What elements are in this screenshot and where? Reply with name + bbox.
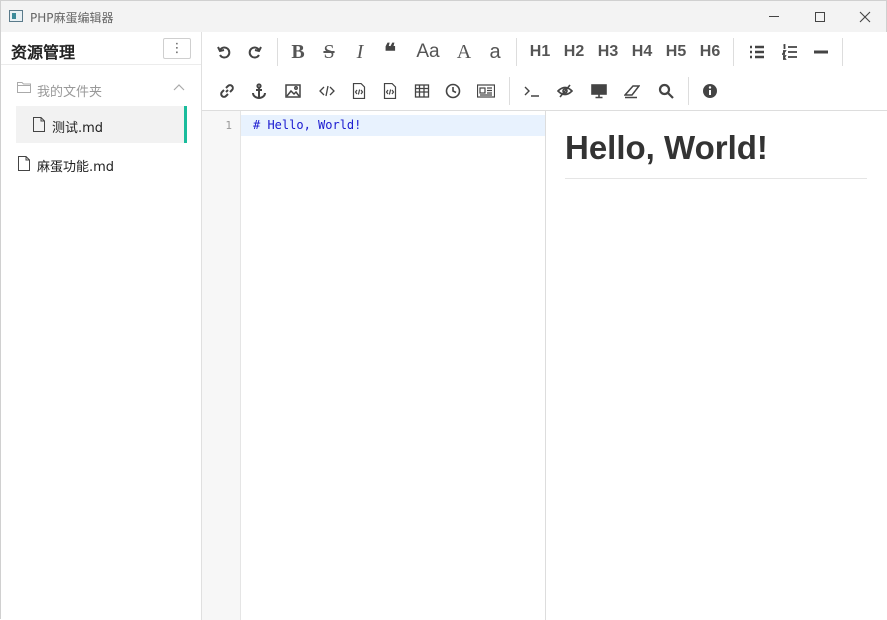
bold-icon: B — [291, 40, 305, 63]
window-title: PHP麻蛋编辑器 — [30, 11, 114, 25]
terminal-button[interactable] — [517, 76, 547, 106]
line-gutter: 1 — [202, 111, 241, 620]
maximize-icon — [815, 11, 825, 22]
maximize-button[interactable] — [797, 1, 843, 32]
image-icon — [285, 84, 301, 98]
lowercase-button[interactable]: a — [480, 37, 510, 67]
h6-icon: H6 — [699, 43, 721, 60]
link-button[interactable] — [212, 76, 242, 106]
minimize-icon — [769, 16, 779, 17]
preview-hide-icon — [557, 84, 573, 98]
h1-icon: H1 — [529, 43, 551, 60]
datetime-button[interactable] — [438, 76, 468, 106]
redo-button[interactable] — [240, 37, 270, 67]
fullscreen-preview-button[interactable] — [584, 76, 614, 106]
datetime-icon — [445, 83, 461, 99]
redo-icon — [248, 46, 262, 59]
code-inline-icon — [319, 85, 335, 97]
unordered-list-icon — [750, 45, 764, 59]
code-file-button[interactable] — [375, 76, 405, 106]
code-inline-button[interactable] — [312, 76, 342, 106]
quote-button[interactable]: ❝ — [375, 37, 405, 67]
table-icon — [414, 84, 430, 98]
code-block-icon — [352, 83, 366, 99]
sidebar: 资源管理 ⋮ 我的文件夹 测试.md 麻蛋功能.md — [1, 32, 202, 620]
undo-icon — [217, 46, 231, 59]
file-item[interactable]: 麻蛋功能.md — [1, 148, 201, 180]
app-window: PHP麻蛋编辑器 资源管理 ⋮ 我的文件夹 测试.md 麻蛋功能.md B S … — [0, 0, 887, 620]
code-file-icon — [383, 83, 397, 99]
folder-item[interactable]: 我的文件夹 — [1, 72, 201, 104]
html-entities-button[interactable] — [471, 76, 501, 106]
uppercase-first-button[interactable]: A — [449, 37, 479, 67]
app-icon — [9, 10, 23, 22]
strikethrough-icon: S — [323, 40, 335, 63]
markdown-preview: Hello, World! — [546, 111, 887, 620]
h6-button[interactable]: H6 — [695, 37, 725, 67]
folder-icon — [17, 82, 31, 93]
close-icon — [859, 11, 871, 22]
ordered-list-icon — [782, 44, 797, 60]
editor-toolbar: B S I ❝ Aa A a H1 H2 H3 H4 H5 H6 — [202, 32, 887, 111]
h1-button[interactable]: H1 — [525, 37, 555, 67]
undo-button[interactable] — [209, 37, 239, 67]
anchor-icon — [252, 83, 266, 99]
code-line[interactable]: # Hello, World! — [253, 118, 361, 132]
folder-label: 我的文件夹 — [37, 85, 103, 100]
h5-icon: H5 — [665, 43, 687, 60]
code-block-button[interactable] — [344, 76, 374, 106]
ordered-list-button[interactable] — [775, 37, 805, 67]
info-icon — [703, 84, 717, 98]
lowercase-icon: a — [489, 40, 501, 63]
sidebar-title: 资源管理 — [11, 43, 76, 62]
link-icon — [220, 84, 234, 98]
table-button[interactable] — [407, 76, 437, 106]
heading-divider — [565, 178, 867, 179]
clear-button[interactable] — [617, 76, 647, 106]
horizontal-rule-button[interactable] — [806, 37, 836, 67]
close-button[interactable] — [842, 1, 887, 32]
html-entities-icon — [477, 84, 495, 98]
bold-button[interactable]: B — [283, 37, 313, 67]
clear-icon — [624, 85, 640, 99]
file-label: 麻蛋功能.md — [37, 160, 115, 175]
search-button[interactable] — [651, 76, 681, 106]
italic-button[interactable]: I — [345, 37, 375, 67]
info-button[interactable] — [695, 76, 725, 106]
more-options-button[interactable]: ⋮ — [163, 38, 191, 59]
fullscreen-preview-icon — [591, 84, 607, 99]
horizontal-rule-icon — [814, 50, 828, 54]
title-bar: PHP麻蛋编辑器 — [1, 1, 886, 32]
terminal-icon — [524, 86, 539, 97]
chevron-up-icon[interactable] — [173, 83, 185, 91]
code-editor[interactable]: 1 # Hello, World! — [202, 111, 546, 620]
file-label: 测试.md — [52, 121, 104, 136]
preview-hide-button[interactable] — [550, 76, 580, 106]
image-button[interactable] — [278, 76, 308, 106]
h4-icon: H4 — [631, 43, 653, 60]
anchor-button[interactable] — [244, 76, 274, 106]
sidebar-header: 资源管理 ⋮ — [1, 32, 201, 65]
file-icon — [18, 156, 30, 171]
line-number: 1 — [225, 119, 232, 132]
uppercase-icon: Aa — [416, 41, 440, 62]
uppercase-button[interactable]: Aa — [411, 37, 445, 67]
search-icon — [658, 83, 674, 99]
uppercase-first-icon: A — [456, 40, 472, 63]
h5-button[interactable]: H5 — [661, 37, 691, 67]
unordered-list-button[interactable] — [742, 37, 772, 67]
h2-button[interactable]: H2 — [559, 37, 589, 67]
h3-icon: H3 — [597, 43, 619, 60]
h3-button[interactable]: H3 — [593, 37, 623, 67]
file-icon — [33, 117, 45, 132]
h4-button[interactable]: H4 — [627, 37, 657, 67]
minimize-button[interactable] — [751, 1, 797, 32]
preview-heading: Hello, World! — [565, 129, 768, 166]
italic-icon: I — [356, 40, 364, 63]
strikethrough-button[interactable]: S — [314, 37, 344, 67]
file-item-active[interactable]: 测试.md — [16, 106, 187, 143]
h2-icon: H2 — [563, 43, 585, 60]
quote-icon: ❝ — [384, 39, 396, 64]
